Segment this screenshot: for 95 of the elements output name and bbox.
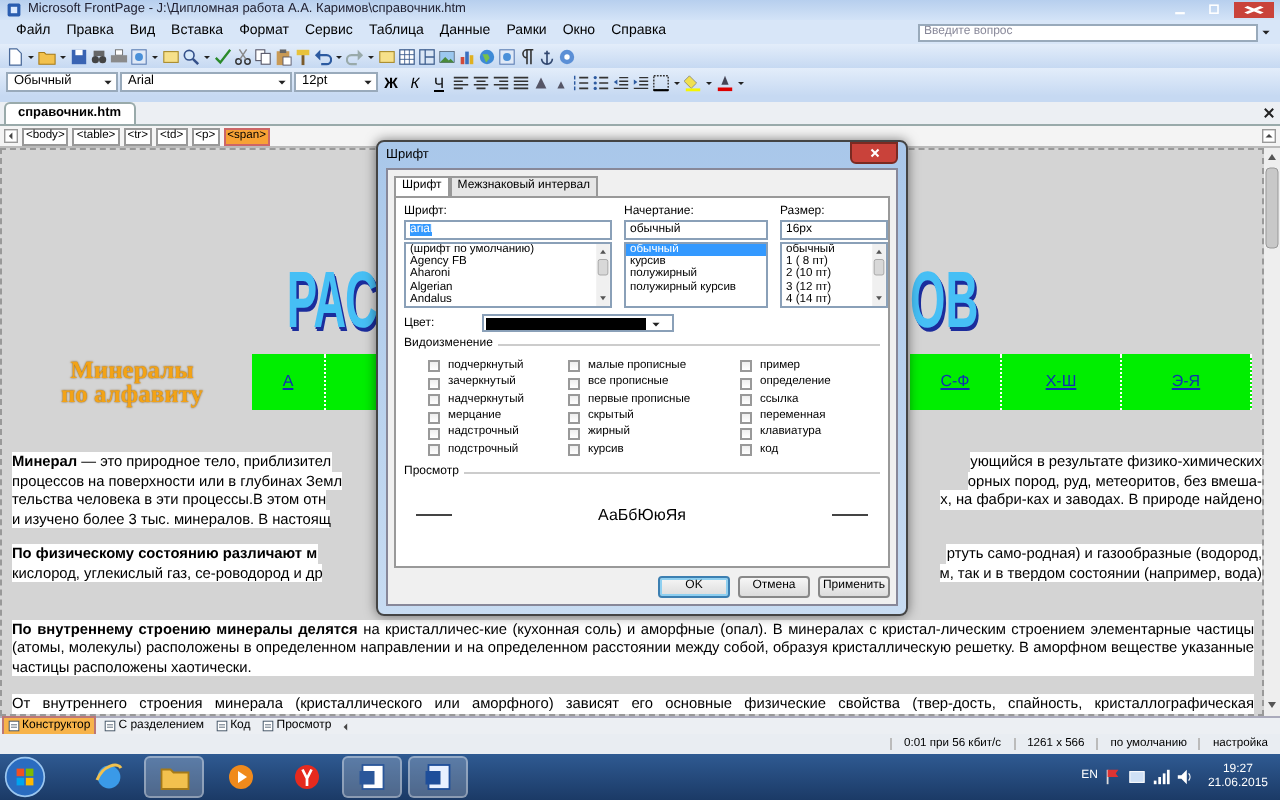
caret-icon[interactable]: [150, 51, 160, 61]
checkbox[interactable]: [740, 360, 752, 373]
caret-icon[interactable]: [26, 51, 36, 61]
caret-icon[interactable]: [1260, 26, 1272, 38]
caret-icon[interactable]: [102, 76, 114, 88]
view-icon: [8, 720, 20, 732]
scrollbar[interactable]: [1264, 148, 1280, 716]
checkbox[interactable]: [428, 444, 440, 457]
flag-icon[interactable]: [1103, 768, 1122, 786]
close-icon: [867, 146, 881, 160]
close-icon[interactable]: [1262, 106, 1276, 120]
align-left-icon[interactable]: [452, 73, 470, 91]
copy-icon[interactable]: [254, 47, 272, 65]
checkbox[interactable]: [740, 394, 752, 407]
scroll-left-icon[interactable]: [339, 719, 352, 733]
speaker-icon[interactable]: [1175, 768, 1194, 786]
checkbox[interactable]: [740, 444, 752, 457]
checkbox[interactable]: [568, 360, 580, 373]
media-player-icon: [225, 762, 255, 792]
checkbox[interactable]: [428, 360, 440, 373]
caret-icon[interactable]: [672, 77, 682, 87]
section-title: Минералы по алфавиту: [58, 354, 206, 410]
scroll-left-icon[interactable]: [4, 128, 18, 144]
browser-logo-icon: [291, 762, 321, 792]
browser-icon: [93, 762, 123, 792]
numbered-list-icon[interactable]: [572, 73, 590, 91]
save-icon[interactable]: [70, 47, 88, 65]
start-button[interactable]: [4, 756, 46, 798]
scrollbar[interactable]: [596, 244, 610, 306]
align-center-icon[interactable]: [472, 73, 490, 91]
web-editor-icon: [423, 762, 453, 792]
checkbox[interactable]: [568, 427, 580, 440]
checkbox[interactable]: [428, 427, 440, 440]
wordart-heading: ОВ: [910, 257, 979, 347]
checkbox[interactable]: [568, 411, 580, 424]
letter-link[interactable]: С-Ф: [940, 372, 970, 392]
frames-icon[interactable]: [418, 47, 436, 65]
table-icon[interactable]: [398, 47, 416, 65]
caret-icon[interactable]: [202, 51, 212, 61]
taskbar-button[interactable]: [408, 756, 468, 798]
binoculars-icon[interactable]: [90, 47, 108, 65]
letter-link[interactable]: Х-Ш: [1045, 372, 1077, 392]
indent-icon[interactable]: [632, 73, 650, 91]
scrollbar[interactable]: [872, 244, 886, 306]
spell-check-icon[interactable]: [214, 47, 232, 65]
window-icon[interactable]: [1127, 768, 1146, 786]
letter-link[interactable]: А: [282, 372, 294, 392]
checkbox[interactable]: [740, 427, 752, 440]
globe-icon[interactable]: [478, 47, 496, 65]
pilcrow-icon[interactable]: [518, 47, 536, 65]
bullet-list-icon[interactable]: [592, 73, 610, 91]
caret-icon[interactable]: [334, 51, 344, 61]
document-app-icon: [357, 762, 387, 792]
checkbox[interactable]: [568, 444, 580, 457]
checkbox[interactable]: [740, 377, 752, 390]
view-icon: [262, 720, 275, 732]
caret-icon[interactable]: [58, 51, 68, 61]
justify-icon[interactable]: [512, 73, 530, 91]
checkbox[interactable]: [428, 394, 440, 407]
network-icon[interactable]: [1151, 768, 1170, 786]
outdent-icon[interactable]: [612, 73, 630, 91]
caret-icon[interactable]: [736, 77, 746, 87]
align-right-icon[interactable]: [492, 73, 510, 91]
checkbox[interactable]: [568, 394, 580, 407]
picture-icon[interactable]: [438, 47, 456, 65]
checkbox[interactable]: [428, 377, 440, 390]
taskbar-button[interactable]: [342, 756, 402, 798]
font-color-icon[interactable]: [716, 73, 734, 91]
close-button[interactable]: [850, 142, 898, 164]
wordart-heading: РАС: [286, 257, 378, 347]
view-icon: [216, 720, 229, 732]
cut-icon[interactable]: [234, 47, 252, 65]
app-icon: [6, 2, 22, 18]
checkbox[interactable]: [568, 377, 580, 390]
anchor-icon[interactable]: [538, 47, 556, 65]
scroll-up-icon[interactable]: [1262, 128, 1276, 144]
preview-sample: АаБбЮюЯя: [598, 505, 686, 526]
paste-icon[interactable]: [274, 47, 292, 65]
view-icon: [104, 720, 117, 732]
caret-icon[interactable]: [366, 51, 376, 61]
checkbox[interactable]: [428, 411, 440, 424]
caret-icon: [650, 317, 663, 329]
border-icon[interactable]: [652, 73, 670, 91]
print-icon[interactable]: [110, 47, 128, 65]
format-painter-icon[interactable]: [294, 47, 312, 65]
chart-icon[interactable]: [458, 47, 476, 65]
checkbox[interactable]: [740, 411, 752, 424]
color-dropdown[interactable]: [482, 314, 675, 332]
caret-icon[interactable]: [276, 76, 288, 88]
letter-link[interactable]: Э-Я: [1171, 372, 1201, 392]
font-grow-icon[interactable]: [532, 73, 550, 91]
caret-icon[interactable]: [362, 76, 374, 88]
preview-icon[interactable]: [182, 47, 200, 65]
caret-icon[interactable]: [704, 77, 714, 87]
undo-icon[interactable]: [314, 47, 332, 65]
